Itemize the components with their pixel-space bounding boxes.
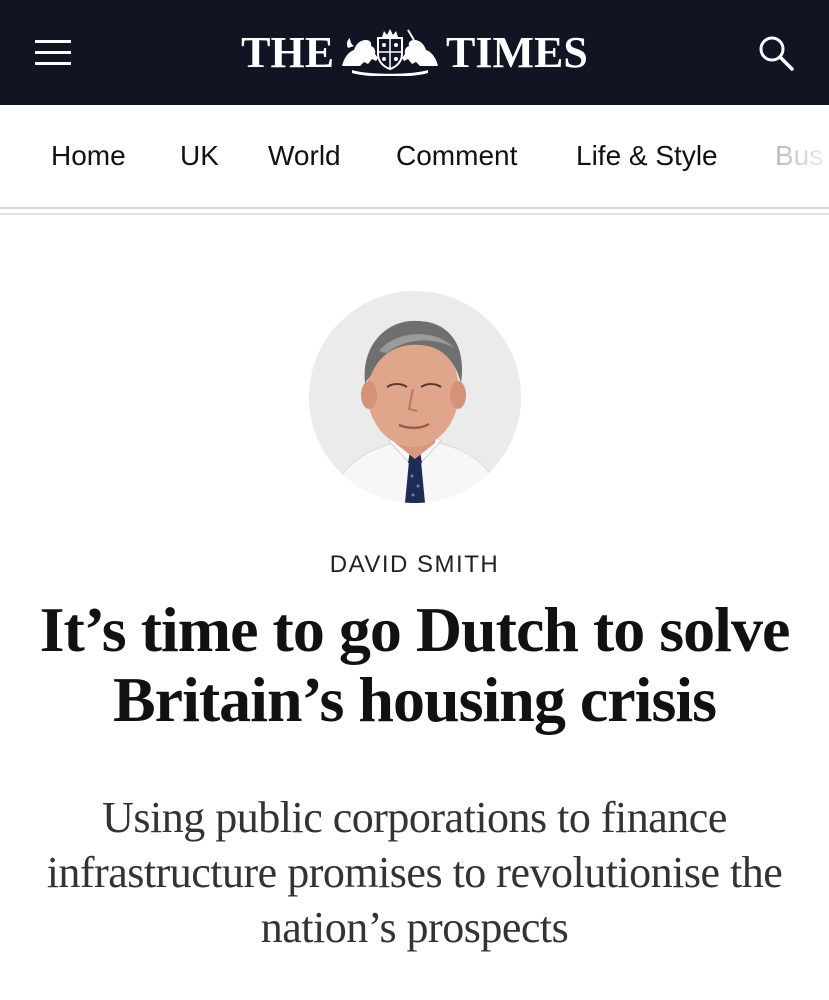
section-nav: Home UK World Comment Life & Style Bus <box>0 105 829 207</box>
nav-item-uk[interactable]: UK <box>180 140 219 172</box>
nav-item-comment[interactable]: Comment <box>396 140 517 172</box>
masthead-times: TIMES <box>446 27 588 77</box>
nav-divider <box>0 207 829 209</box>
masthead-the: THE <box>241 27 335 77</box>
masthead-logo[interactable]: THE TIMES <box>0 26 829 78</box>
author-avatar[interactable] <box>309 291 521 503</box>
nav-item-life-style[interactable]: Life & Style <box>576 140 718 172</box>
royal-crest-icon <box>342 29 439 76</box>
nav-item-business-partial[interactable]: Bus <box>775 140 823 172</box>
nav-divider-secondary <box>0 213 829 215</box>
author-byline[interactable]: DAVID SMITH <box>0 551 829 579</box>
search-icon[interactable] <box>757 34 795 72</box>
article-headline: It’s time to go Dutch to solve Britain’s… <box>39 594 791 735</box>
author-portrait <box>309 291 521 503</box>
nav-item-world[interactable]: World <box>268 140 341 172</box>
nav-item-home[interactable]: Home <box>51 140 126 172</box>
article-standfirst: Using public corporations to finance inf… <box>46 793 783 952</box>
top-header-bar: THE TIMES <box>0 0 829 105</box>
